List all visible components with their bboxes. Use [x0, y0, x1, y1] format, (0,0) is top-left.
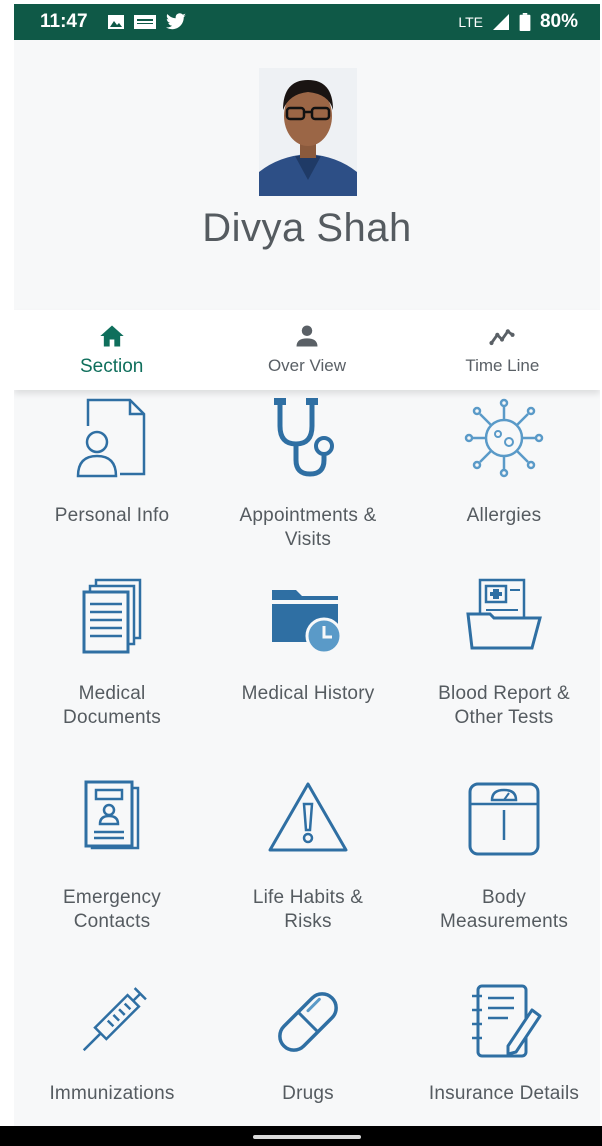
personal-info-icon [76, 398, 146, 478]
tab-label: Time Line [465, 356, 540, 375]
profile-photo [259, 68, 357, 196]
section-insurance-details[interactable]: Insurance Details [406, 980, 600, 1106]
person-icon [296, 325, 318, 347]
section-personal-info[interactable]: Personal Info [14, 396, 210, 528]
twitter-icon [165, 13, 186, 30]
section-label: Life Habits & Risks [252, 887, 364, 932]
pill-icon [278, 992, 338, 1052]
tab-label: Section [79, 356, 144, 377]
system-nav-bar [0, 1126, 602, 1146]
battery-level: 80% [539, 11, 578, 32]
syringe-icon [82, 987, 147, 1052]
tab-time-line[interactable]: Time Line [405, 310, 600, 390]
notepad-pen-icon [472, 984, 542, 1058]
stethoscope-icon [274, 398, 334, 477]
medical-folder-icon [466, 578, 542, 650]
section-appointments-visits[interactable]: Appointments & Visits [210, 396, 406, 552]
section-allergies[interactable]: Allergies [406, 396, 600, 528]
contact-card-icon [84, 780, 140, 850]
home-gesture-handle[interactable] [253, 1135, 361, 1139]
section-label: Medical History [241, 683, 375, 704]
profile-header: Divya Shah [14, 40, 600, 310]
status-left: 11:47 [40, 11, 187, 33]
section-blood-report[interactable]: Blood Report & Other Tests [406, 574, 600, 730]
warning-icon [268, 782, 348, 852]
section-label: Medical Documents [63, 683, 161, 728]
tab-over-view[interactable]: Over View [209, 310, 404, 390]
screen-edge [0, 0, 14, 1126]
tab-label: Over View [267, 356, 347, 375]
status-bar: 11:47 LTE 80% [14, 4, 600, 40]
section-immunizations[interactable]: Immunizations [14, 980, 210, 1106]
documents-icon [82, 578, 142, 654]
section-label: Allergies [466, 505, 542, 526]
image-icon [107, 15, 124, 29]
status-right: LTE 80% [458, 11, 578, 33]
section-drugs[interactable]: Drugs [210, 980, 406, 1106]
tab-section[interactable]: Section [14, 310, 209, 390]
virus-icon [464, 398, 544, 478]
scale-icon [468, 782, 540, 856]
section-label: Immunizations [49, 1083, 175, 1104]
section-label: Emergency Contacts [63, 887, 161, 932]
section-medical-history[interactable]: Medical History [210, 574, 406, 706]
section-emergency-contacts[interactable]: Emergency Contacts [14, 778, 210, 934]
battery-icon [519, 13, 531, 31]
section-life-habits-risks[interactable]: Life Habits & Risks [210, 778, 406, 934]
section-body-measurements[interactable]: Body Measurements [406, 778, 600, 934]
news-icon [133, 15, 156, 29]
network-type: LTE [458, 14, 483, 30]
section-label: Blood Report & Other Tests [438, 683, 570, 728]
section-medical-documents[interactable]: Medical Documents [14, 574, 210, 730]
app-screen: Divya Shah Section Over View Time Line P… [14, 40, 600, 1126]
section-label: Appointments & Visits [239, 505, 377, 550]
avatar[interactable] [259, 68, 357, 196]
profile-name: Divya Shah [202, 206, 412, 250]
section-label: Body Measurements [439, 887, 569, 932]
signal-icon [492, 14, 509, 30]
section-label: Drugs [282, 1083, 334, 1104]
status-time: 11:47 [40, 11, 88, 32]
section-label: Personal Info [54, 505, 170, 526]
tab-bar: Section Over View Time Line [14, 310, 600, 390]
section-label: Insurance Details [428, 1083, 580, 1104]
folder-clock-icon [272, 590, 343, 655]
timeline-icon [489, 329, 515, 346]
home-icon [99, 325, 124, 347]
